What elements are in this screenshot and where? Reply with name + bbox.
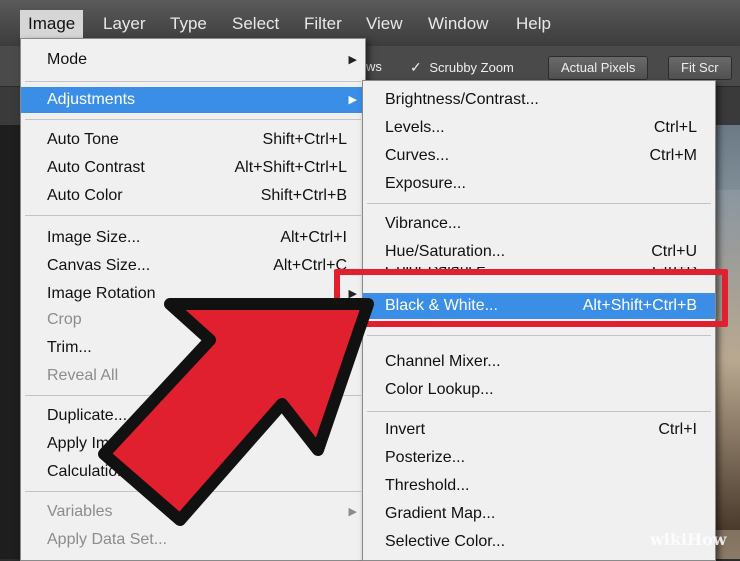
annotation-arrow-icon xyxy=(98,298,374,526)
wikihow-watermark: wikiHow xyxy=(650,530,727,549)
